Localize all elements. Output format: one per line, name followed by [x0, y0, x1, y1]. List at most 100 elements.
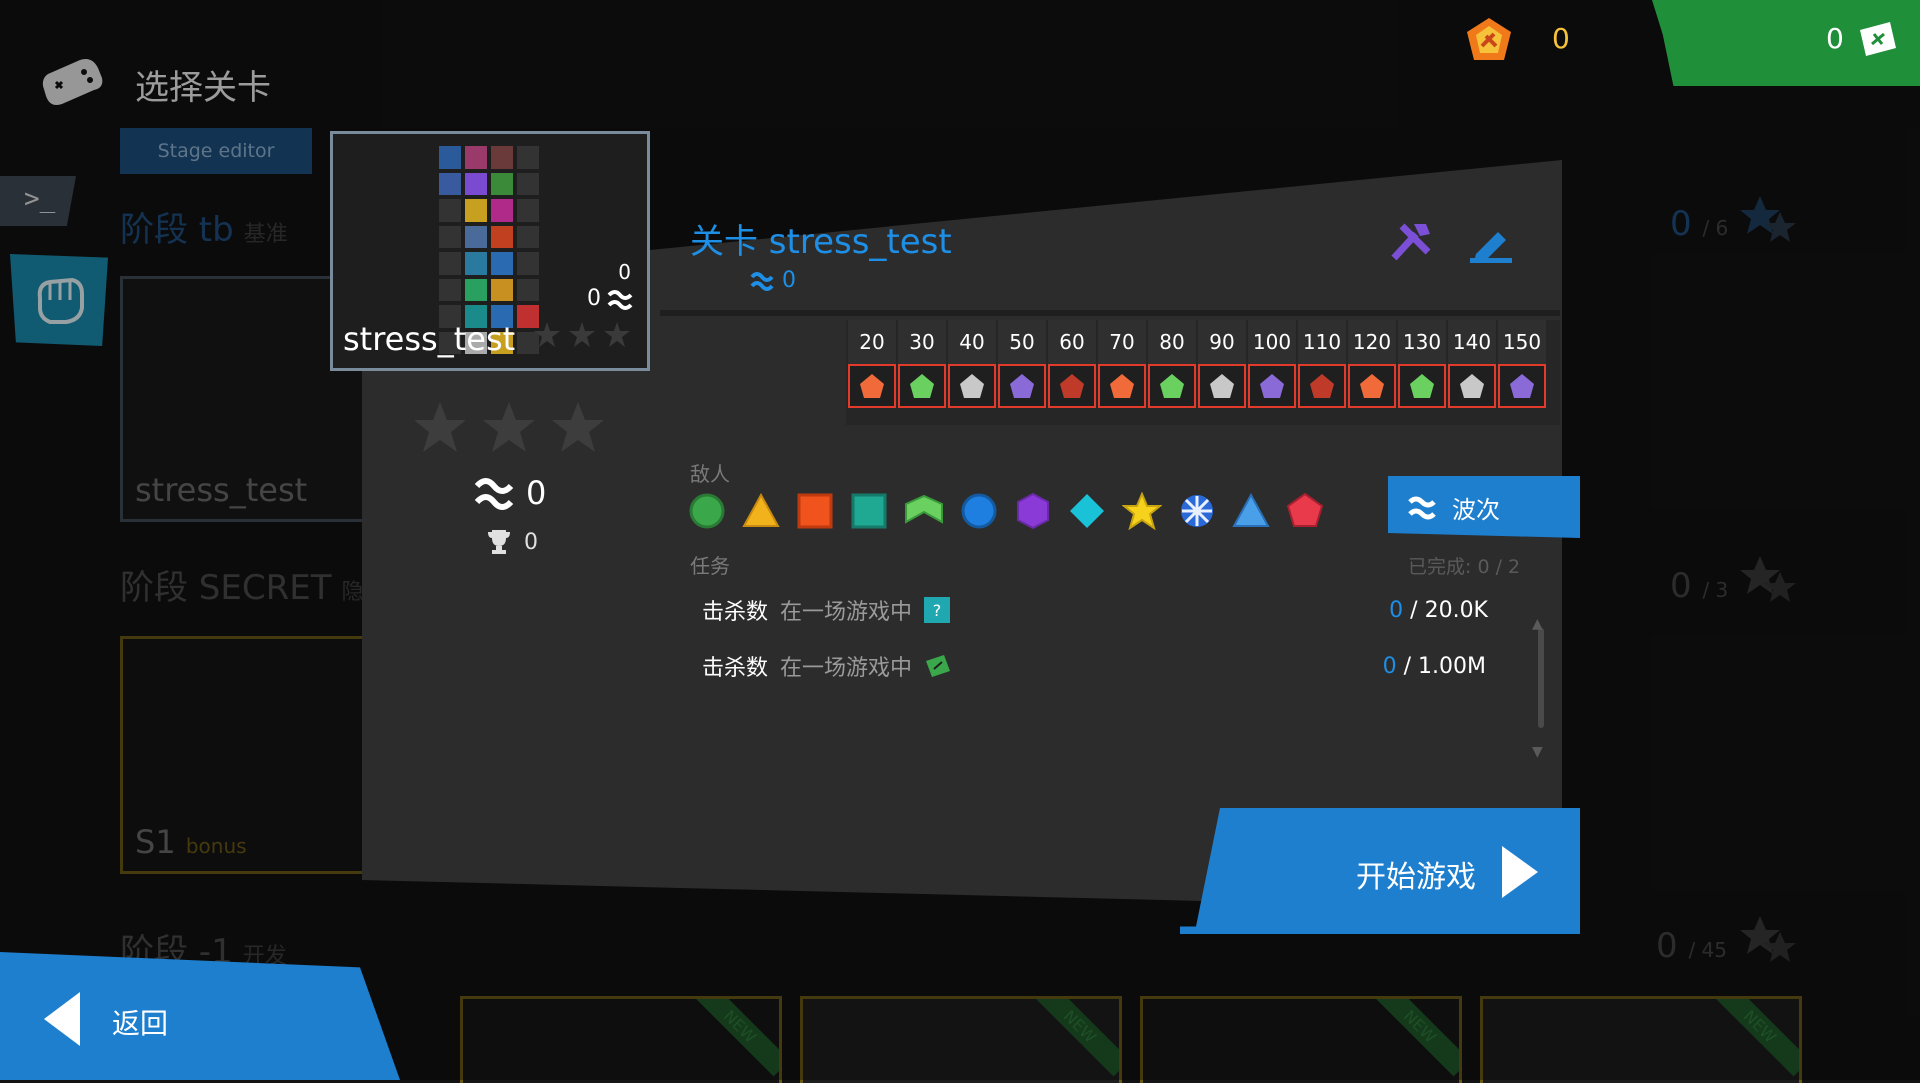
wave-column: 20	[848, 320, 896, 425]
task-row: 击杀数 在一场游戏中 0 / 1.00M	[690, 640, 1530, 692]
task-progress-current: 0	[1389, 597, 1404, 623]
task-condition: 在一场游戏中	[780, 656, 913, 681]
task-condition: 在一场游戏中	[780, 600, 913, 625]
question-box-icon: ?	[924, 597, 951, 623]
enemy-teal-square-icon	[851, 493, 887, 529]
trophy-record-value: 0	[524, 529, 538, 555]
ticket-icon	[926, 655, 951, 677]
tickets-panel[interactable]: 0	[1652, 0, 1920, 86]
wave-number: 50	[998, 320, 1046, 364]
wave-boss-icon	[1248, 364, 1296, 408]
waves-icon	[1408, 496, 1436, 520]
wave-timeline[interactable]: 20 30 40 50 60 70 80 90 100 110 120 130 140 150	[846, 320, 1560, 425]
enemy-circle-icon	[689, 493, 725, 529]
thumb-top-value: 0	[618, 260, 631, 284]
back-arrow-icon	[44, 992, 80, 1046]
task-progress: 0 / 20.0K	[1389, 598, 1488, 623]
tasks-done: 已完成: 0 / 2	[1408, 556, 1521, 578]
wave-number: 70	[1098, 320, 1146, 364]
wave-column: 50	[998, 320, 1046, 425]
task-name: 击杀数	[702, 656, 769, 681]
waves-icon	[750, 271, 774, 291]
waves-button[interactable]: 波次	[1388, 476, 1580, 538]
wave-column: 90	[1198, 320, 1246, 425]
enemy-blue-circle-icon	[961, 493, 997, 529]
tools-icon[interactable]	[1388, 220, 1434, 264]
edit-icon[interactable]	[1468, 224, 1514, 264]
back-button[interactable]: 返回	[0, 952, 400, 1080]
level-waves-indicator: 0	[750, 268, 796, 293]
wave-boss-icon	[948, 364, 996, 408]
waves-button-label: 波次	[1452, 495, 1500, 524]
wave-boss-icon	[1048, 364, 1096, 408]
wave-boss-icon	[1398, 364, 1446, 408]
wave-column: 60	[1048, 320, 1096, 425]
task-progress-current: 0	[1382, 653, 1397, 679]
wave-boss-icon	[1448, 364, 1496, 408]
level-title: 关卡 stress_test	[690, 222, 952, 262]
wave-column: 100	[1248, 320, 1296, 425]
wave-number: 90	[1198, 320, 1246, 364]
wave-boss-icon	[1098, 364, 1146, 408]
thumb-waves: 0	[587, 286, 633, 311]
wave-boss-icon	[1298, 364, 1346, 408]
start-game-button[interactable]: 开始游戏	[1180, 808, 1580, 934]
enemy-star-icon	[1122, 492, 1162, 530]
wave-number: 60	[1048, 320, 1096, 364]
task-progress-target: / 20.0K	[1410, 597, 1488, 623]
wave-number: 20	[848, 320, 896, 364]
enemy-pentagon-icon	[1286, 492, 1324, 527]
wave-boss-icon	[1348, 364, 1396, 408]
wave-column: 140	[1448, 320, 1496, 425]
wave-number: 40	[948, 320, 996, 364]
coins-value: 0	[1552, 22, 1570, 55]
waves-record-value: 0	[526, 474, 547, 512]
wave-column: 150	[1498, 320, 1546, 425]
task-list[interactable]: 击杀数 在一场游戏中 ? 0 / 20.0K 击杀数 在一场游戏中 0 / 1.…	[690, 584, 1544, 728]
wave-number: 150	[1498, 320, 1546, 364]
play-icon	[1502, 846, 1538, 898]
wave-column: 120	[1348, 320, 1396, 425]
enemy-square-icon	[797, 493, 833, 529]
scroll-up-icon[interactable]: ▲	[1532, 616, 1543, 632]
enemy-snowflake-icon	[1181, 495, 1213, 527]
task-progress-target: / 1.00M	[1403, 653, 1486, 679]
tasks-label: 任务	[690, 554, 730, 578]
wave-column: 30	[898, 320, 946, 425]
task-scrollbar[interactable]	[1538, 628, 1544, 728]
panel-top-strip	[660, 310, 1560, 316]
waves-record: 0	[474, 474, 546, 512]
wave-column: 130	[1398, 320, 1446, 425]
wave-number: 30	[898, 320, 946, 364]
ticket-icon	[1860, 22, 1896, 56]
wave-boss-icon	[898, 364, 946, 408]
enemies-label: 敌人	[690, 462, 730, 486]
wave-boss-icon	[1198, 364, 1246, 408]
waves-icon	[607, 289, 633, 310]
task-progress: 0 / 1.00M	[1383, 654, 1486, 679]
task-name: 击杀数	[702, 600, 769, 625]
enemy-list	[688, 492, 1324, 530]
enemy-diamond-icon	[1070, 494, 1104, 528]
trophy-icon	[488, 530, 510, 554]
thumb-waves-value: 0	[587, 286, 601, 311]
scroll-down-icon[interactable]: ▼	[1532, 744, 1543, 760]
enemy-triangle-icon	[742, 492, 780, 527]
wave-number: 80	[1148, 320, 1196, 364]
tickets-value: 0	[1826, 22, 1844, 55]
task-row: 击杀数 在一场游戏中 ? 0 / 20.0K	[690, 584, 1530, 636]
start-game-label: 开始游戏	[1356, 860, 1476, 895]
wave-number: 140	[1448, 320, 1496, 364]
wave-column: 110	[1298, 320, 1346, 425]
wave-boss-icon	[998, 364, 1046, 408]
thumb-level-name: stress_test	[343, 320, 516, 358]
wave-number: 130	[1398, 320, 1446, 364]
waves-icon	[474, 478, 514, 510]
wave-boss-icon	[1148, 364, 1196, 408]
enemy-chevron-icon	[905, 494, 943, 524]
wave-number: 120	[1348, 320, 1396, 364]
back-button-label: 返回	[112, 1007, 169, 1040]
wave-column: 80	[1148, 320, 1196, 425]
wave-boss-icon	[848, 364, 896, 408]
wave-number: 100	[1248, 320, 1296, 364]
